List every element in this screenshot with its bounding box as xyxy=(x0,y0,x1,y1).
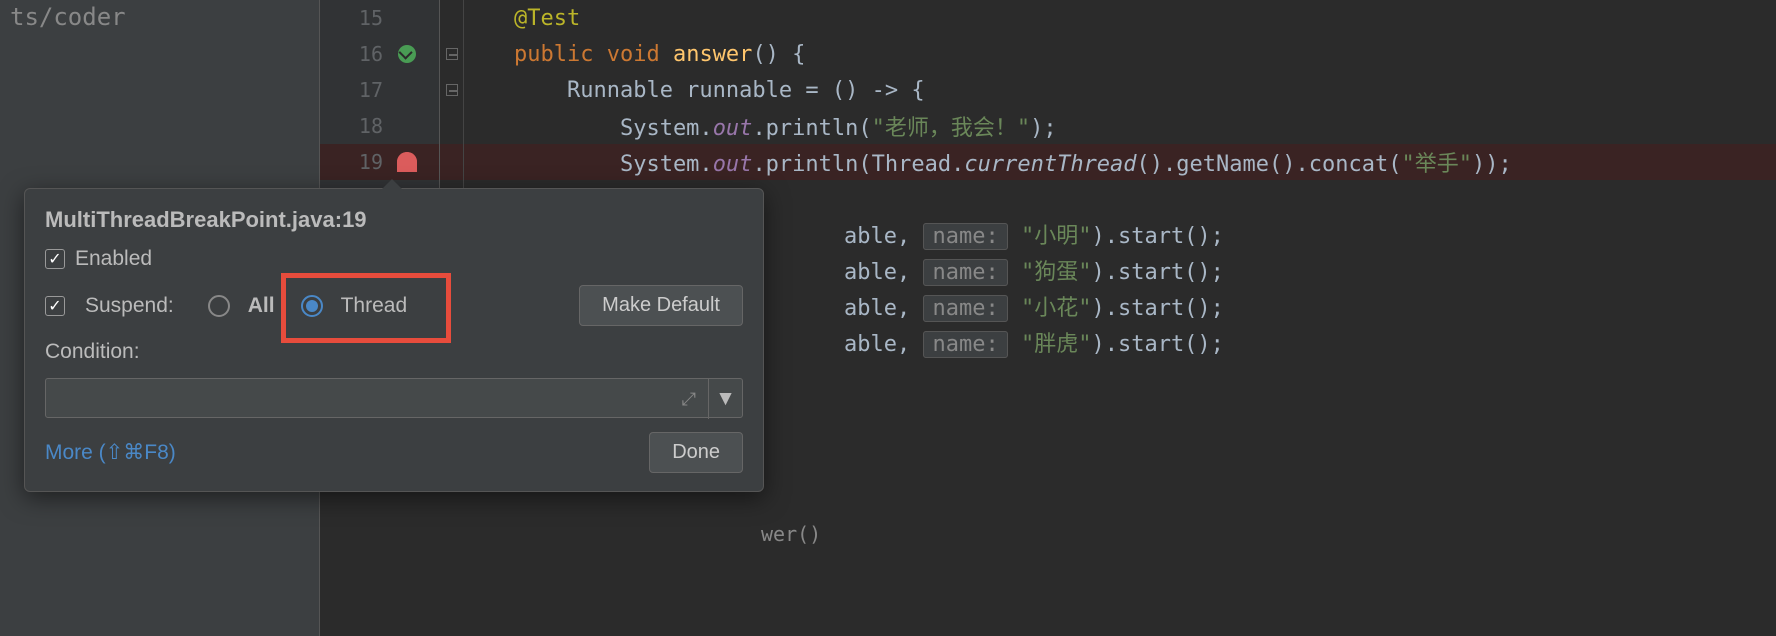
fold-toggle-icon[interactable] xyxy=(446,84,458,96)
make-default-button[interactable]: Make Default xyxy=(579,285,743,326)
done-button[interactable]: Done xyxy=(649,432,743,473)
more-link[interactable]: More (⇧⌘F8) xyxy=(45,440,176,465)
breakpoint-popup: MultiThreadBreakPoint.java:19 ✓ Enabled … xyxy=(24,188,764,492)
breakpoint-icon[interactable] xyxy=(397,152,417,172)
suspend-checkbox[interactable]: ✓ xyxy=(45,296,65,316)
expand-icon[interactable]: ⤢ xyxy=(682,389,696,410)
vcs-icon xyxy=(398,45,416,63)
condition-label: Condition: xyxy=(45,340,140,364)
code-line[interactable]: 17 Runnable runnable = () -> { xyxy=(320,72,1776,108)
param-hint: name: xyxy=(923,223,1007,250)
radio-thread-label: Thread xyxy=(341,294,408,318)
radio-all[interactable] xyxy=(208,295,230,317)
breadcrumb-hint: wer() xyxy=(761,522,821,546)
line-number: 19 xyxy=(320,144,440,180)
line-number: 16 xyxy=(320,36,440,72)
breakpoint-line[interactable]: 19 System.out.println(Thread.currentThre… xyxy=(320,144,1776,180)
radio-all-label: All xyxy=(248,294,275,318)
enabled-label: Enabled xyxy=(75,247,152,271)
path-fragment: ts/coder xyxy=(0,0,136,37)
code-line[interactable]: 18 System.out.println("老师，我会！"); xyxy=(320,108,1776,144)
dropdown-icon[interactable]: ▼ xyxy=(708,379,742,419)
code-line[interactable]: 16 public void answer() { xyxy=(320,36,1776,72)
line-number: 17 xyxy=(320,72,440,108)
condition-input[interactable]: ⤢ ▼ xyxy=(45,378,743,418)
fold-toggle-icon[interactable] xyxy=(446,48,458,60)
line-number: 18 xyxy=(320,108,440,144)
suspend-label: Suspend: xyxy=(85,294,174,318)
radio-thread[interactable] xyxy=(301,295,323,317)
line-number: 15 xyxy=(320,0,440,36)
enabled-checkbox[interactable]: ✓ xyxy=(45,249,65,269)
param-hint: name: xyxy=(923,331,1007,358)
code-line[interactable]: 15 @Test xyxy=(320,0,1776,36)
popup-title: MultiThreadBreakPoint.java:19 xyxy=(45,207,743,233)
param-hint: name: xyxy=(923,259,1007,286)
param-hint: name: xyxy=(923,295,1007,322)
